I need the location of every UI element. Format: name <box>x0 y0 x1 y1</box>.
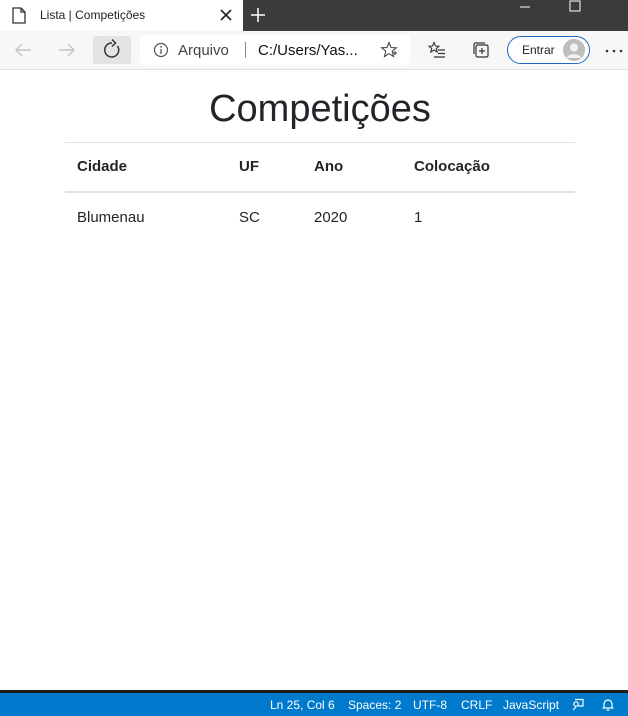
more-icon[interactable] <box>605 48 623 54</box>
header-row: Cidade UF Ano Colocação <box>65 142 575 192</box>
competitions-table: Cidade UF Ano Colocação Blumenau SC 2020… <box>65 142 575 242</box>
address-bar-row: Arquivo C:/Users/Yas... Entrar <box>0 31 628 70</box>
line-ending-setting[interactable]: CRLF <box>461 698 492 712</box>
favorites-icon[interactable] <box>428 41 446 59</box>
status-bar: Ln 25, Col 6 Spaces: 2 UTF-8 CRLF JavaSc… <box>0 690 628 716</box>
cell-uf: SC <box>239 208 260 226</box>
table-body: Blumenau SC 2020 1 <box>65 192 575 242</box>
header-uf: UF <box>239 158 259 176</box>
avatar <box>563 39 585 61</box>
site-info-label: Arquivo <box>178 42 229 59</box>
indentation-setting[interactable]: Spaces: 2 <box>348 698 401 712</box>
close-icon[interactable] <box>219 8 233 22</box>
header-cidade: Cidade <box>77 158 128 176</box>
window-close-button[interactable] <box>600 0 628 31</box>
cell-colocacao: 1 <box>414 208 423 226</box>
language-mode[interactable]: JavaScript <box>503 698 559 712</box>
star-icon[interactable] <box>380 41 398 59</box>
cell-cidade: Blumenau <box>77 208 145 226</box>
signin-button[interactable]: Entrar <box>507 36 590 64</box>
bell-icon[interactable] <box>601 698 615 712</box>
address-bar[interactable]: Arquivo C:/Users/Yas... <box>140 35 410 65</box>
browser-tab[interactable]: Lista | Competições <box>0 0 243 31</box>
maximize-icon[interactable] <box>552 0 598 31</box>
page-icon <box>12 7 26 24</box>
table-row: Blumenau SC 2020 1 <box>65 192 575 242</box>
encoding-setting[interactable]: UTF-8 <box>413 698 447 712</box>
cursor-position[interactable]: Ln 25, Col 6 <box>270 698 335 712</box>
back-icon[interactable] <box>9 36 39 64</box>
header-ano: Ano <box>314 158 344 176</box>
address-separator <box>245 42 246 58</box>
info-icon[interactable] <box>153 42 169 58</box>
feedback-icon[interactable] <box>571 698 585 712</box>
page-title: Competições <box>209 88 431 130</box>
cell-ano: 2020 <box>314 208 348 226</box>
table-header: Cidade UF Ano Colocação <box>65 142 575 192</box>
refresh-icon[interactable] <box>93 36 131 64</box>
forward-icon[interactable] <box>53 36 83 64</box>
title-bar: Lista | Competições <box>0 0 628 31</box>
signin-label: Entrar <box>522 43 555 57</box>
collections-icon[interactable] <box>472 41 490 59</box>
url-text[interactable]: C:/Users/Yas... <box>258 42 358 59</box>
tab-title: Lista | Competições <box>40 8 146 22</box>
header-colocacao: Colocação <box>414 158 490 176</box>
plus-icon[interactable] <box>249 6 267 24</box>
minimize-icon[interactable] <box>502 0 548 31</box>
